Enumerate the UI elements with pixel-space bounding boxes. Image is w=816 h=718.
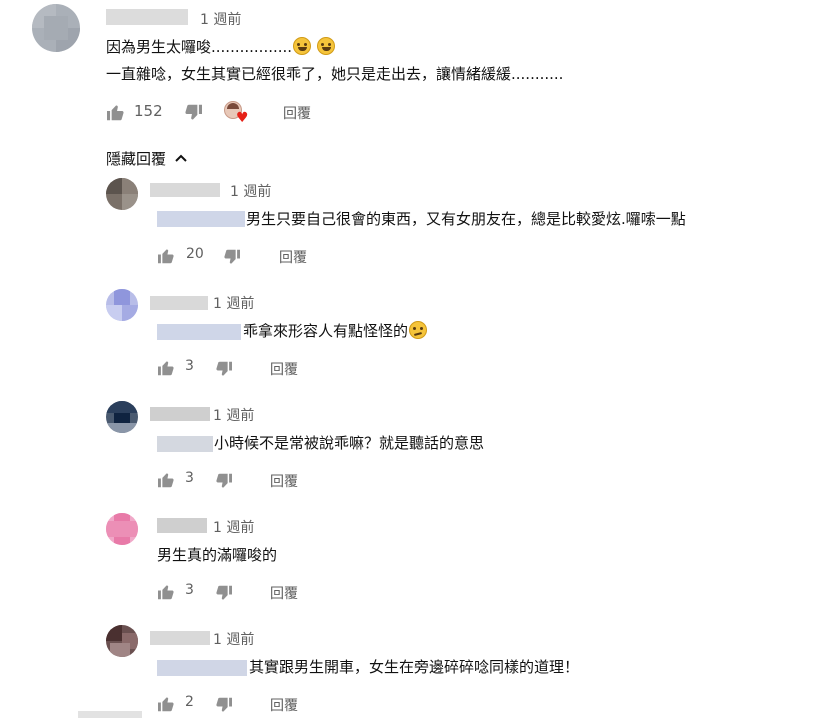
reply-button[interactable]: 回覆 [270, 583, 298, 603]
avatar[interactable] [106, 625, 138, 657]
author-name[interactable] [150, 296, 208, 310]
thumbs-down-icon[interactable] [223, 249, 241, 265]
author-name[interactable] [150, 631, 210, 645]
thumbs-up-icon[interactable] [157, 472, 175, 488]
comment-text: 小時候不是常被說乖嘛？就是聽話的意思 [214, 434, 485, 452]
avatar[interactable] [106, 513, 138, 545]
like-count: 20 [186, 246, 204, 262]
hide-replies-toggle[interactable]: 隱藏回覆 [106, 148, 187, 169]
thumbs-up-icon[interactable] [157, 584, 175, 600]
comment-time[interactable]: 1 週前 [213, 405, 254, 425]
like-count: 3 [185, 358, 194, 374]
comment-text: 乖拿來形容人有點怪怪的 [243, 321, 428, 341]
comment-time[interactable]: 1 週前 [213, 517, 254, 537]
mention-tag[interactable] [157, 436, 213, 452]
chevron-up-icon [175, 154, 187, 162]
comment-text-line2: 一直雜唸，女生其實已經很乖了，她只是走出去，讓情緒緩緩........... [106, 65, 564, 83]
reply-button[interactable]: 回覆 [279, 247, 307, 267]
thumbs-up-icon[interactable] [157, 696, 175, 712]
grinning-sweat-emoji-icon [316, 37, 335, 55]
author-name[interactable] [157, 518, 207, 533]
hide-replies-label: 隱藏回覆 [106, 150, 167, 168]
thumbs-down-icon[interactable] [215, 585, 233, 601]
comment-text: 男生只要自己很會的東西，又有女朋友在，總是比較愛炫.囉嗦一點 [246, 210, 686, 228]
reply-button[interactable]: 回覆 [270, 695, 298, 715]
comment-time[interactable]: 1 週前 [230, 181, 271, 201]
mention-tag[interactable] [157, 324, 241, 340]
mention-tag[interactable] [157, 660, 247, 676]
author-name[interactable] [150, 183, 220, 197]
thumbs-up-icon[interactable] [157, 360, 175, 376]
grinning-sweat-emoji-icon [293, 37, 312, 55]
like-count: 3 [185, 470, 194, 486]
avatar[interactable] [106, 401, 138, 433]
like-count: 152 [134, 102, 163, 120]
comment-text: 男生真的滿囉唆的 [157, 546, 278, 564]
thumbs-down-icon[interactable] [215, 473, 233, 489]
comment-text: 其實跟男生開車，女生在旁邊碎碎唸同樣的道理！ [249, 658, 580, 676]
mention-tag[interactable] [157, 211, 245, 227]
comment-time[interactable]: 1 週前 [200, 9, 241, 29]
avatar[interactable] [106, 178, 138, 210]
confused-emoji-icon [409, 321, 428, 339]
comment-text: 因為男生太囉唆................. [106, 37, 335, 57]
author-name[interactable] [106, 9, 188, 25]
comment-time[interactable]: 1 週前 [213, 293, 254, 313]
reply-button[interactable]: 回覆 [270, 359, 298, 379]
thumbs-down-icon[interactable] [215, 697, 233, 713]
like-count: 2 [185, 694, 194, 710]
avatar[interactable] [32, 4, 80, 52]
reply-button[interactable]: 回覆 [270, 471, 298, 491]
comment-time[interactable]: 1 週前 [213, 629, 254, 649]
creator-heart-icon: ♥ [224, 101, 250, 125]
cropped-author-name [78, 711, 142, 718]
thumbs-up-icon[interactable] [157, 248, 175, 264]
thumbs-up-icon[interactable] [106, 104, 125, 121]
author-name[interactable] [150, 407, 210, 421]
reply-button[interactable]: 回覆 [283, 103, 311, 123]
avatar[interactable] [106, 289, 138, 321]
thumbs-down-icon[interactable] [184, 104, 203, 121]
thumbs-down-icon[interactable] [215, 361, 233, 377]
like-count: 3 [185, 582, 194, 598]
